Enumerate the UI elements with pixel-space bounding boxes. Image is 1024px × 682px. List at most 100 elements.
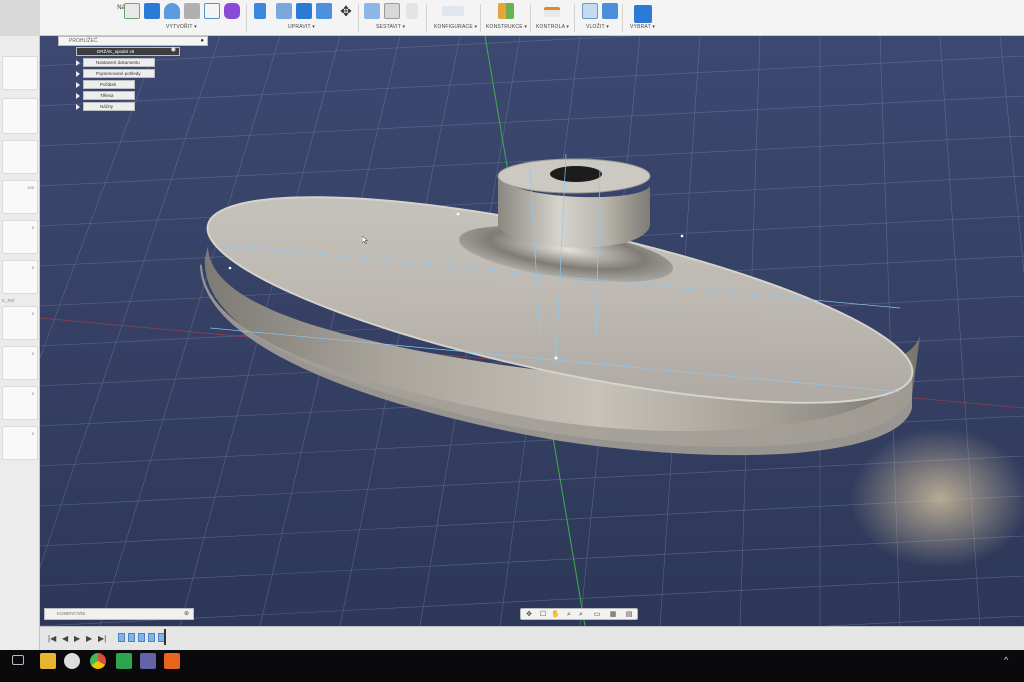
expand-arrow-icon[interactable] [76,60,80,66]
timeline-marker[interactable] [164,629,166,645]
fit-icon[interactable]: ⌕ [577,611,585,618]
view-icon[interactable]: ▤ [625,611,633,618]
panel-label: E_Ref [2,298,15,303]
timeline-bar: |◀ ◀ ▶ ▶ ▶| [40,626,1024,650]
combine-icon[interactable] [316,3,332,19]
pan-icon[interactable]: ☐ [539,611,547,618]
canvas-icon[interactable] [602,3,618,19]
hole-icon[interactable] [184,3,200,19]
plane-icon[interactable] [498,3,514,19]
timeline-next-button[interactable]: ▶ [86,634,92,643]
timeline-feature[interactable] [128,633,135,642]
sketch-point[interactable] [554,356,558,360]
shell-icon[interactable] [296,3,312,19]
expand-arrow-icon[interactable] [76,93,80,99]
panel-field[interactable]: 0 [2,426,38,460]
tree-item-label: Nastavení dokumentu [96,60,140,65]
revolve-icon[interactable] [164,3,180,19]
sketch-point[interactable] [456,212,460,216]
construct-group-label[interactable]: KONSTRUKCE ▾ [486,24,527,30]
panel-field[interactable] [2,140,38,174]
ground-icon[interactable] [406,3,418,19]
fusion-360-screen: Návrh▾ VYTVOŘIT ▾ ✥ UPRAVIT ▾ SESTAVIT ▾… [0,0,1024,682]
orbit-icon[interactable]: ✥ [525,611,533,618]
tree-item-document-settings[interactable]: Nastavení dokumentu [83,58,155,67]
insert-group-label[interactable]: VLOŽIT ▾ [586,24,609,30]
separator [622,4,623,32]
tree-item-sketches[interactable]: Náčrty [83,102,135,111]
add-comment-icon[interactable]: ⊕ [184,609,189,619]
panel-field[interactable] [2,56,38,90]
decal-icon[interactable] [582,3,598,19]
task-view-icon[interactable] [12,655,24,665]
box-icon[interactable] [144,3,160,19]
configure-group-label[interactable]: KONFIGURACE ▾ [434,24,477,30]
fillet-icon[interactable] [276,3,292,19]
chrome-icon[interactable] [90,653,106,669]
look-at-icon[interactable]: ✋ [551,611,560,618]
3d-viewport[interactable]: PROHLÍŽEČ ● DRŽÁK_spodní v6 ◉ Nastavení … [40,36,1024,626]
panel-field[interactable] [2,98,38,134]
measure-icon[interactable] [544,7,560,17]
rigid-group-icon[interactable] [384,3,400,19]
zoom-icon[interactable]: ⌕ [565,611,573,618]
grid-icon[interactable]: ▦ [609,611,617,618]
panel-field[interactable]: 0 [2,220,38,254]
expand-arrow-icon[interactable] [76,82,80,88]
move-icon[interactable]: ✥ [338,3,354,19]
file-explorer-icon[interactable] [40,653,56,669]
push-pull-icon[interactable] [254,3,266,19]
create-group-label[interactable]: VYTVOŘIT ▾ [166,24,197,30]
panel-field[interactable]: 100 [2,180,38,214]
tree-item-named-views[interactable]: Pojmenované pohledy [83,69,155,78]
comments-panel[interactable]: KOMENTÁŘE ⊕ [44,608,194,620]
pin-icon[interactable]: ● [200,37,204,46]
calendar-icon[interactable] [140,653,156,669]
scene-canvas [40,36,1024,626]
root-component[interactable]: DRŽÁK_spodní v6 ◉ [76,47,180,56]
chat-icon[interactable] [64,653,80,669]
mouse-cursor-icon [362,236,368,244]
tree-item-origin[interactable]: Počátek [83,80,135,89]
fusion-360-icon[interactable] [164,653,180,669]
toolbar: Návrh▾ VYTVOŘIT ▾ ✥ UPRAVIT ▾ SESTAVIT ▾… [40,0,1024,36]
tree-item-bodies[interactable]: Tělesa [83,91,135,100]
timeline-first-button[interactable]: |◀ [48,634,56,643]
select-group-label[interactable]: VYBRAT ▾ [630,24,655,30]
radio-icon[interactable]: ◉ [171,47,176,54]
display-settings-icon[interactable]: ▭ [593,611,601,618]
timeline-feature[interactable] [118,633,125,642]
panel-field[interactable]: 0 [2,346,38,380]
sketch-point[interactable] [680,234,684,238]
sketch-point[interactable] [228,266,232,270]
modify-group-label[interactable]: UPRAVIT ▾ [288,24,315,30]
timeline-last-button[interactable]: ▶| [98,634,106,643]
timeline-feature[interactable] [148,633,155,642]
navigation-bar: ✥ ☐ ✋ ⌕ ⌕ ▭ ▦ ▤ [520,608,638,620]
timeline-play-button[interactable]: ▶ [74,634,80,643]
expand-arrow-icon[interactable] [76,104,80,110]
timeline-previous-button[interactable]: ◀ [62,634,68,643]
spline-icon[interactable] [204,3,220,19]
panel-field[interactable]: 0 [2,306,38,340]
timeline-feature[interactable] [138,633,145,642]
panel-field[interactable]: 0 [2,260,38,294]
assemble-group-label[interactable]: SESTAVIT ▾ [376,24,405,30]
tree-item-label: Pojmenované pohledy [96,71,141,76]
form-icon[interactable] [224,3,240,19]
joint-icon[interactable] [364,3,380,19]
separator [358,4,359,32]
browser-header[interactable]: PROHLÍŽEČ ● [58,36,208,46]
browser-title: PROHLÍŽEČ [69,38,98,44]
green-app-icon[interactable] [116,653,132,669]
sketch-icon[interactable] [124,3,140,19]
separator [480,4,481,32]
tray-chevron-icon[interactable]: ^ [1004,655,1008,665]
parameter-icon[interactable] [442,6,464,16]
panel-field[interactable]: 0 [2,386,38,420]
panel-value: 0 [31,265,34,270]
inspect-group-label[interactable]: KONTROLA ▾ [536,24,569,30]
expand-arrow-icon[interactable] [76,71,80,77]
separator [530,4,531,32]
select-icon[interactable] [634,5,652,23]
